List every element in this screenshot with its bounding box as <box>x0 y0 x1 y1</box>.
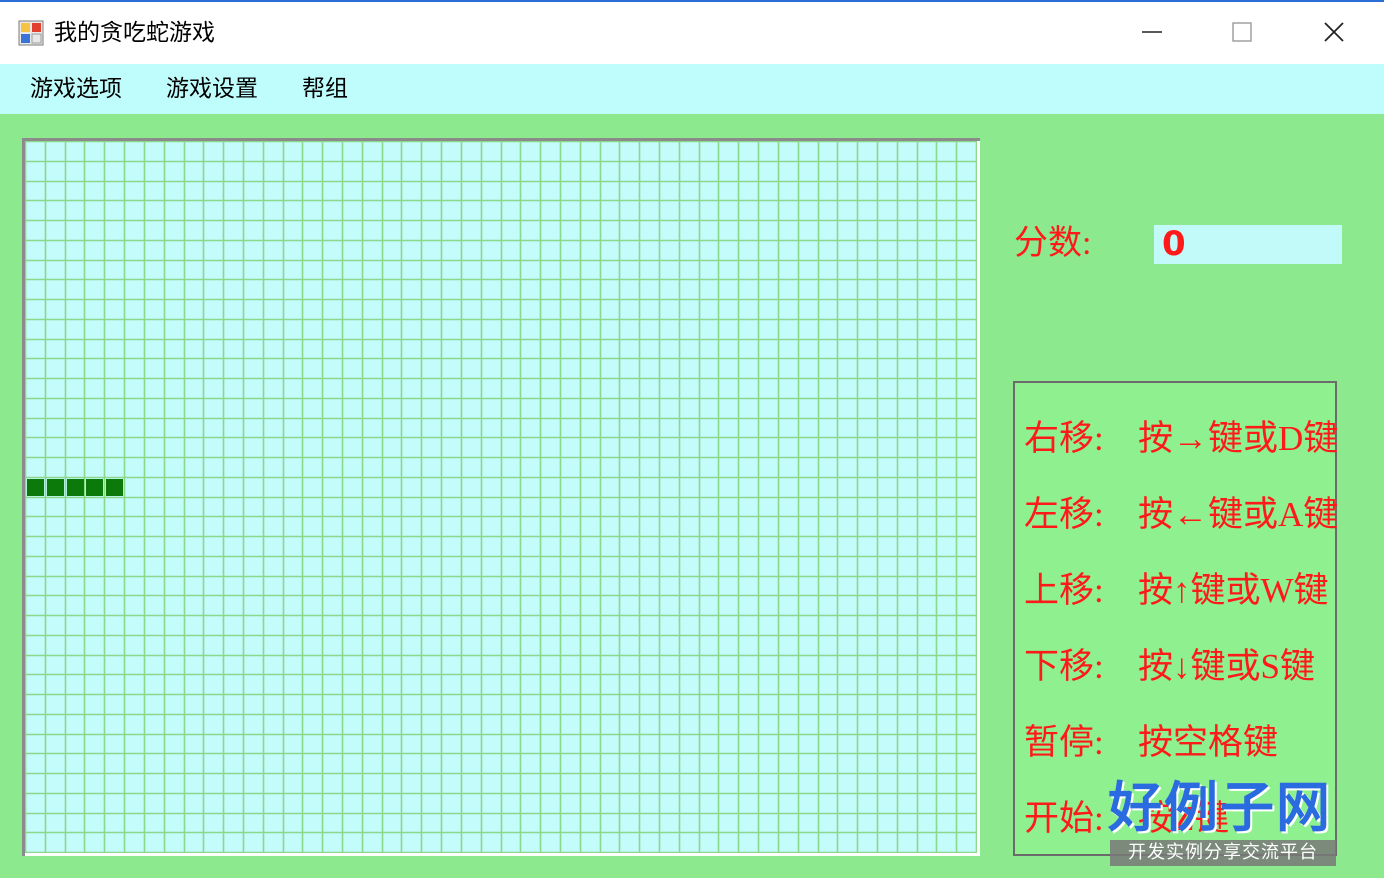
menu-help[interactable]: 帮组 <box>302 74 348 104</box>
help-right: 右移: 按→键或D键 <box>1024 418 1338 460</box>
watermark-brand: 好例子网 <box>1108 776 1332 839</box>
help-down: 下移: 按↓键或S键 <box>1024 646 1315 688</box>
snake-segment <box>106 479 123 496</box>
snake-segment <box>86 479 103 496</box>
snake-segment <box>47 479 64 496</box>
game-board[interactable] <box>25 141 977 853</box>
menu-game-options[interactable]: 游戏选项 <box>30 74 122 104</box>
help-up: 上移: 按↑键或W键 <box>1024 570 1329 612</box>
score-value: 0 <box>1162 224 1186 264</box>
maximize-icon <box>1232 22 1252 42</box>
help-up-text: 按↑键或W键 <box>1138 571 1329 610</box>
minimize-button[interactable] <box>1126 10 1178 54</box>
help-up-key: 上移: <box>1024 571 1104 610</box>
watermark-logo: 好例子网 开发实例分享交流平台 <box>1108 776 1340 870</box>
help-right-text: 按→键或D键 <box>1138 419 1339 458</box>
window-title: 我的贪吃蛇游戏 <box>54 20 215 46</box>
close-icon <box>1324 22 1344 42</box>
help-down-key: 下移: <box>1024 647 1104 686</box>
snake-segment <box>27 479 44 496</box>
help-pause-text: 按空格键 <box>1138 723 1279 762</box>
help-down-text: 按↓键或S键 <box>1138 647 1315 686</box>
snake-segment <box>67 479 84 496</box>
help-left: 左移: 按←键或A键 <box>1024 494 1338 536</box>
menu-game-settings[interactable]: 游戏设置 <box>166 74 258 104</box>
watermark-tagline: 开发实例分享交流平台 <box>1110 840 1336 866</box>
close-button[interactable] <box>1308 10 1360 54</box>
help-left-key: 左移: <box>1024 495 1104 534</box>
score-label: 分数: <box>1014 225 1092 262</box>
help-pause: 暂停: 按空格键 <box>1024 722 1278 764</box>
window-border-top <box>0 0 1384 2</box>
maximize-button[interactable] <box>1216 10 1268 54</box>
minimize-icon <box>1142 31 1162 33</box>
help-pause-key: 暂停: <box>1024 723 1104 762</box>
help-left-text: 按←键或A键 <box>1138 495 1339 534</box>
help-right-key: 右移: <box>1024 419 1104 458</box>
app-icon <box>18 20 44 46</box>
